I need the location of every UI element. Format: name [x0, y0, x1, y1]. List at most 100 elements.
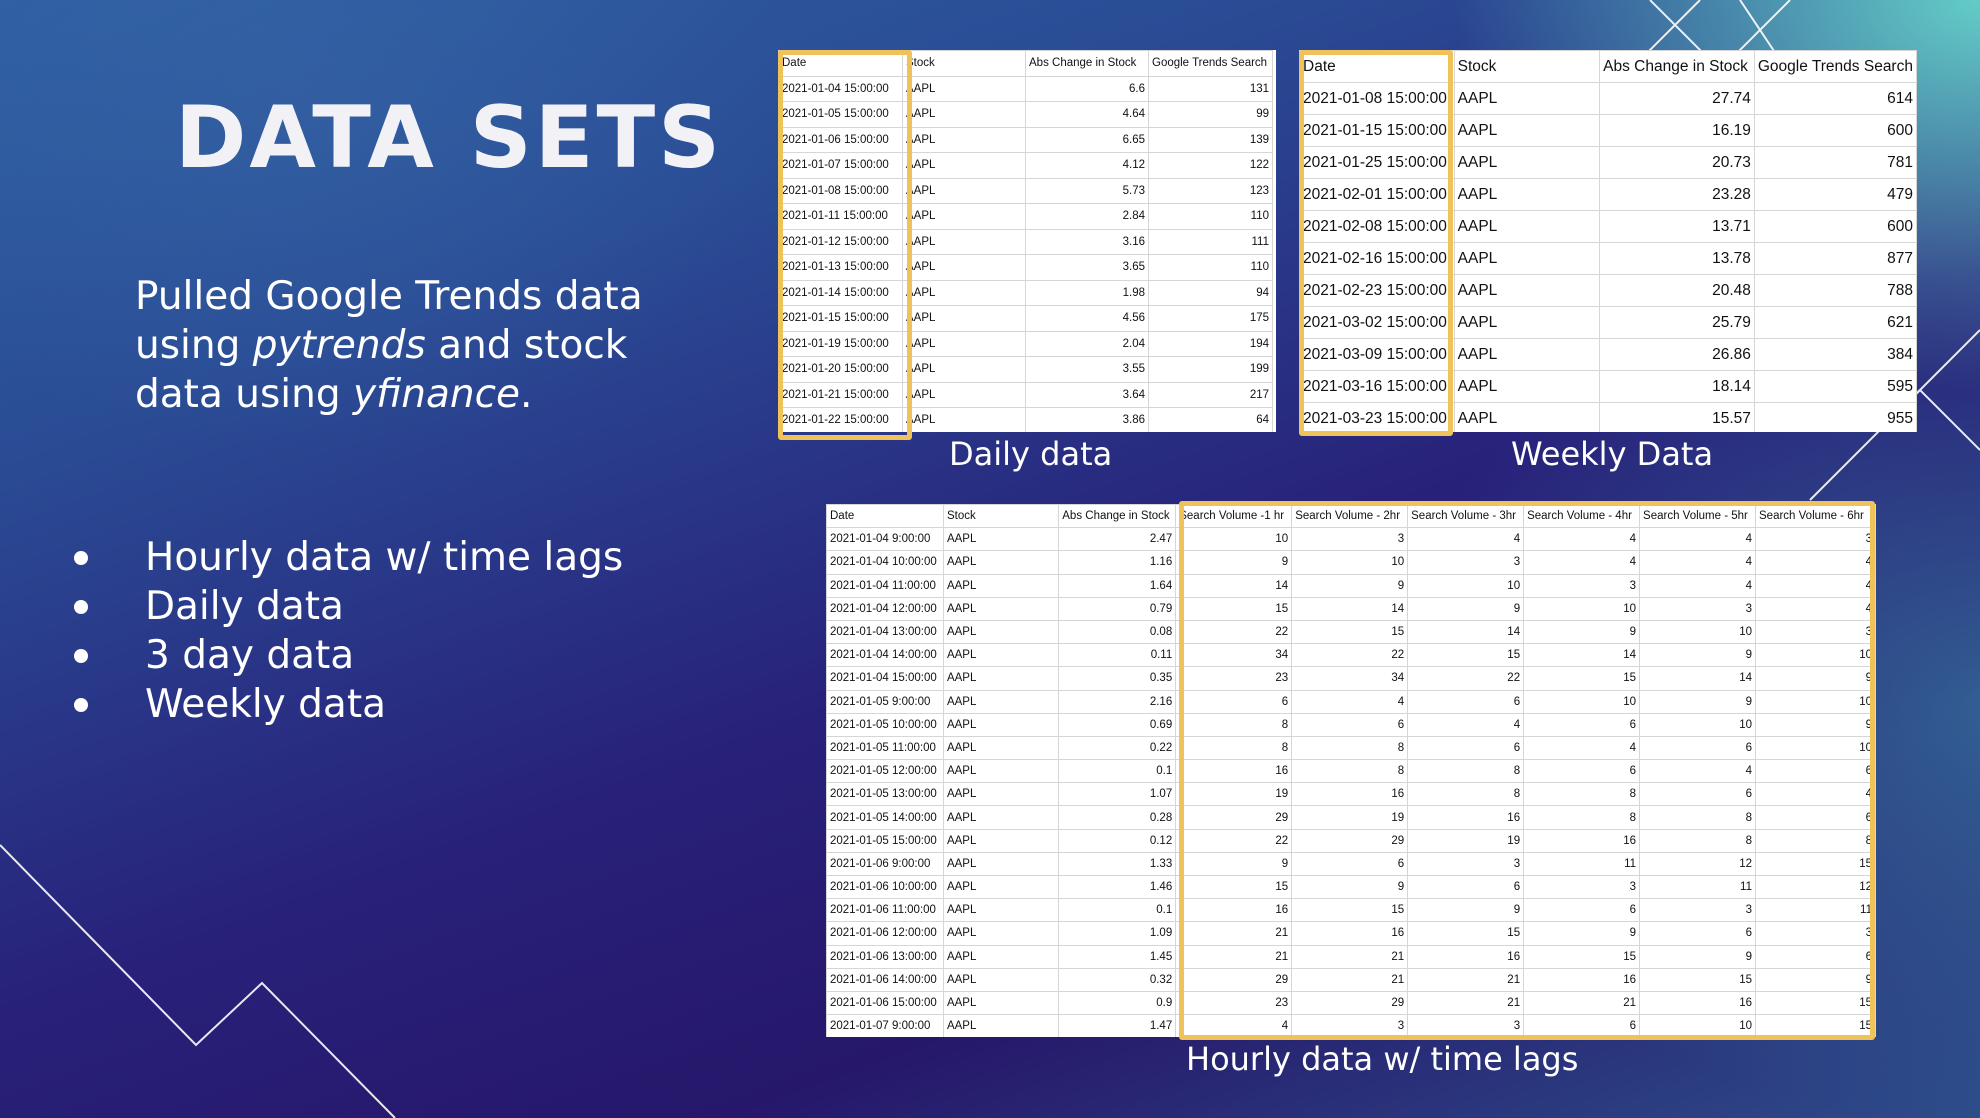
bullet-item: Weekly data	[70, 680, 623, 729]
table-cell: 614	[1753, 82, 1917, 115]
table-cell: AAPL	[942, 712, 1060, 737]
table-cell: 2021-01-06 11:00:00	[826, 898, 944, 923]
table-cell: AAPL	[902, 356, 1026, 383]
table-cell: AAPL	[902, 407, 1026, 432]
table-cell: 1.16	[1058, 550, 1177, 575]
weekly-caption: Weekly Data	[1511, 435, 1714, 473]
table-header-cell: Abs Change in Stock	[1599, 50, 1755, 83]
table-cell: 2021-01-05 13:00:00	[826, 782, 944, 807]
table-cell: 2021-01-05 12:00:00	[826, 759, 944, 784]
table-cell: 788	[1753, 274, 1917, 307]
table-cell: 0.08	[1058, 619, 1177, 645]
intro-pytrends: pytrends	[252, 323, 426, 368]
table-cell: 2021-01-06 12:00:00	[826, 921, 944, 946]
intro-yfinance: yfinance	[353, 372, 521, 417]
table-cell: 479	[1753, 178, 1917, 211]
table-cell: 20.73	[1599, 146, 1755, 179]
table-cell: 0.79	[1058, 596, 1177, 621]
table-cell: 2021-01-04 9:00:00	[826, 527, 944, 552]
table-cell: 3.16	[1025, 228, 1149, 255]
bullet-text: Weekly data	[145, 682, 387, 727]
table-cell: 6.6	[1025, 75, 1149, 102]
table-cell: 2021-01-04 10:00:00	[826, 550, 944, 575]
table-cell: AAPL	[942, 967, 1060, 992]
intro-paragraph: Pulled Google Trends data using pytrends…	[135, 272, 695, 419]
table-cell: 25.79	[1599, 306, 1755, 339]
table-cell: 781	[1753, 146, 1917, 179]
table-cell: 6.65	[1025, 126, 1149, 153]
table-cell: 4.64	[1025, 101, 1149, 128]
table-cell: 1.64	[1058, 573, 1177, 598]
table-header-cell: Google Trends Search	[1148, 50, 1273, 77]
table-cell: AAPL	[942, 596, 1060, 621]
table-header-cell: Abs Change in Stock	[1025, 50, 1149, 77]
slide-title: Data Sets	[175, 88, 724, 188]
table-cell: 2021-01-06 15:00:00	[826, 990, 944, 1016]
table-cell: AAPL	[902, 75, 1026, 102]
table-cell: AAPL	[1453, 114, 1601, 147]
table-cell: AAPL	[902, 126, 1026, 153]
table-cell: AAPL	[902, 381, 1026, 408]
table-cell: AAPL	[902, 228, 1026, 255]
table-cell: AAPL	[942, 666, 1060, 691]
table-cell: AAPL	[902, 177, 1026, 204]
bullet-dot-icon	[74, 551, 88, 565]
table-cell: 1.98	[1025, 279, 1149, 306]
table-cell: 217	[1148, 381, 1273, 408]
table-cell: 194	[1148, 330, 1273, 357]
table-header-cell: Google Trends Search	[1753, 50, 1917, 83]
table-cell: 5.73	[1025, 177, 1149, 204]
bullet-item: Hourly data w/ time lags	[70, 533, 623, 582]
table-cell: AAPL	[902, 279, 1026, 306]
table-header-cell: Stock	[1453, 50, 1601, 83]
daily-date-highlight	[778, 50, 912, 440]
table-cell: 18.14	[1599, 370, 1755, 403]
table-cell: 0.32	[1058, 967, 1177, 992]
table-cell: 13.71	[1599, 210, 1755, 243]
table-cell: 595	[1753, 370, 1917, 403]
table-cell: AAPL	[902, 330, 1026, 357]
table-cell: 1.47	[1058, 1014, 1177, 1037]
table-cell: AAPL	[942, 805, 1060, 830]
table-cell: 384	[1753, 338, 1917, 371]
table-cell: 3.86	[1025, 407, 1149, 432]
table-cell: 2021-01-04 13:00:00	[826, 619, 944, 645]
intro-text-part3: .	[520, 372, 533, 417]
table-cell: 13.78	[1599, 242, 1755, 275]
table-cell: 1.09	[1058, 921, 1177, 946]
table-cell: AAPL	[1453, 210, 1601, 243]
bullet-item: Daily data	[70, 582, 623, 631]
table-cell: 131	[1148, 75, 1273, 102]
table-cell: AAPL	[1453, 82, 1601, 115]
table-cell: 26.86	[1599, 338, 1755, 371]
table-cell: 0.11	[1058, 643, 1177, 668]
table-cell: 110	[1148, 203, 1273, 230]
table-cell: AAPL	[942, 828, 1060, 853]
table-cell: 2.16	[1058, 689, 1177, 714]
table-cell: AAPL	[1453, 274, 1601, 307]
table-cell: 139	[1148, 126, 1273, 153]
table-cell: 4.56	[1025, 305, 1149, 332]
table-cell: 2021-01-04 12:00:00	[826, 596, 944, 621]
table-header-cell: Stock	[942, 504, 1060, 529]
table-cell: AAPL	[1453, 338, 1601, 371]
table-cell: 0.28	[1058, 805, 1177, 830]
weekly-date-highlight	[1299, 50, 1453, 436]
table-cell: 122	[1148, 152, 1273, 179]
table-cell: AAPL	[942, 643, 1060, 668]
table-cell: 2021-01-04 14:00:00	[826, 643, 944, 668]
table-cell: 2021-01-06 14:00:00	[826, 967, 944, 992]
bullet-dot-icon	[74, 698, 88, 712]
table-cell: 2.04	[1025, 330, 1149, 357]
table-cell: 0.35	[1058, 666, 1177, 691]
table-cell: 2021-01-05 15:00:00	[826, 828, 944, 853]
table-cell: AAPL	[902, 203, 1026, 230]
table-cell: 99	[1148, 101, 1273, 128]
table-cell: 877	[1753, 242, 1917, 275]
table-cell: 94	[1148, 279, 1273, 306]
table-cell: 175	[1148, 305, 1273, 332]
table-header-cell: Date	[826, 504, 944, 529]
table-cell: 1.07	[1058, 782, 1177, 807]
table-cell: AAPL	[1453, 242, 1601, 275]
table-cell: 2021-01-07 9:00:00	[826, 1014, 944, 1037]
